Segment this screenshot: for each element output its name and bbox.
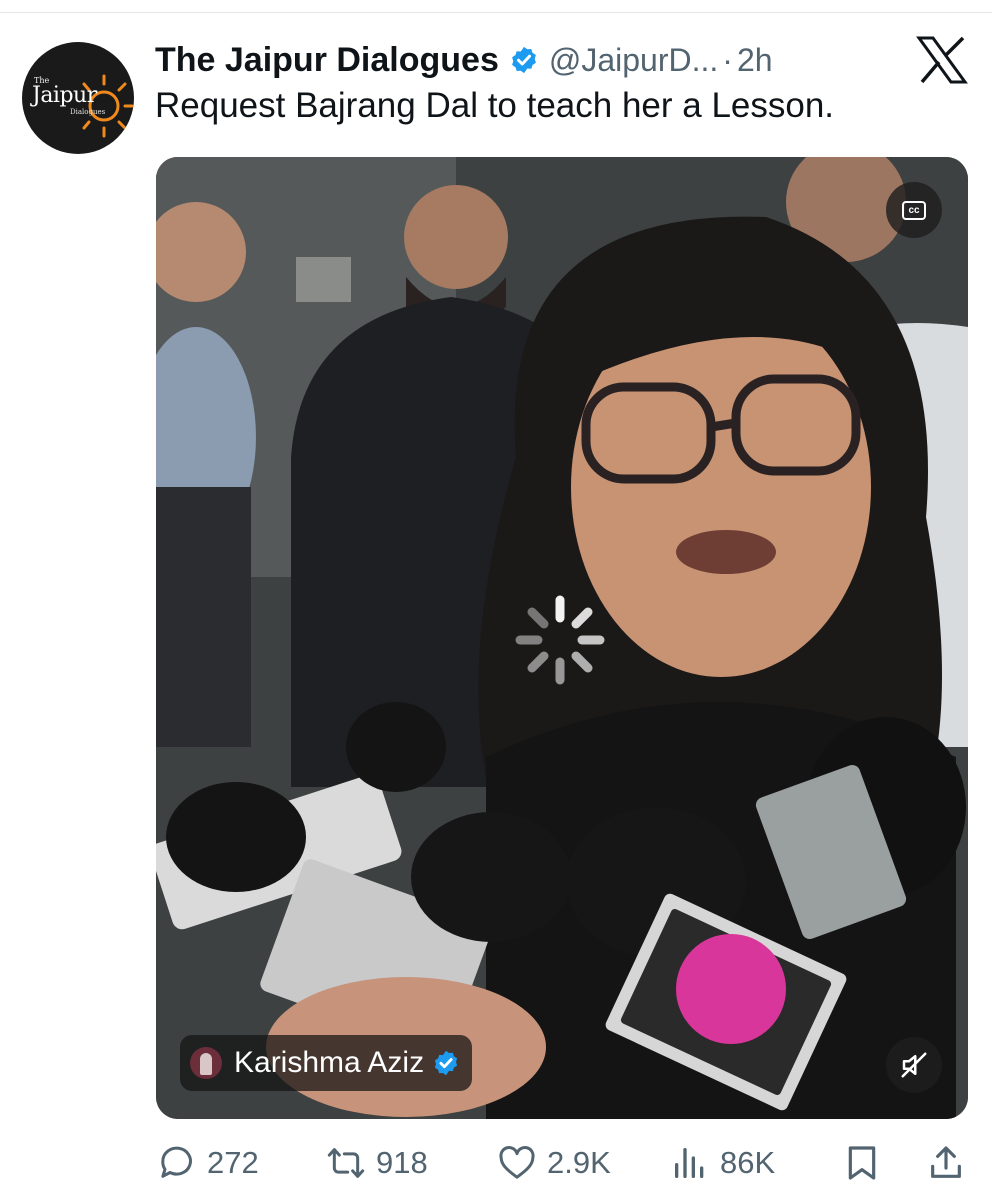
views-bars-icon xyxy=(675,1148,704,1178)
media-attribution[interactable]: Karishma Aziz xyxy=(180,1035,473,1091)
avatar-text-sub: Dialogues xyxy=(70,108,106,116)
repost-button[interactable]: 918 xyxy=(326,1138,428,1188)
header-separator: · xyxy=(722,41,733,78)
attribution-avatar xyxy=(190,1047,222,1079)
heart-icon xyxy=(499,1146,535,1179)
author-avatar[interactable]: The Jaipur Dialogues xyxy=(22,42,134,154)
tweet-actions-bar: 272 918 2.9K 86K xyxy=(0,1138,992,1188)
reply-button[interactable]: 272 xyxy=(157,1138,259,1188)
top-divider xyxy=(0,12,992,13)
repost-icon xyxy=(327,1148,365,1178)
attribution-name: Karishma Aziz xyxy=(234,1046,425,1079)
author-display-name[interactable]: The Jaipur Dialogues xyxy=(155,41,499,80)
repost-count: 918 xyxy=(376,1145,428,1180)
loading-spinner-icon xyxy=(515,595,605,685)
tweet-text: Request Bajrang Dal to teach her a Lesso… xyxy=(155,86,835,125)
verified-badge-icon xyxy=(511,46,536,74)
x-logo-icon xyxy=(916,36,968,84)
captions-label: cc xyxy=(902,200,926,220)
bookmark-icon xyxy=(848,1146,876,1180)
views-button[interactable]: 86K xyxy=(670,1138,775,1188)
bookmark-button[interactable] xyxy=(842,1138,882,1188)
like-button[interactable]: 2.9K xyxy=(497,1138,611,1188)
reply-icon xyxy=(161,1146,192,1178)
tweet-timestamp[interactable]: 2h xyxy=(737,42,773,79)
avatar-text-main: Jaipur xyxy=(32,83,97,108)
mute-toggle-button[interactable] xyxy=(886,1037,942,1093)
like-count: 2.9K xyxy=(547,1145,611,1180)
share-icon xyxy=(931,1146,961,1178)
reply-count: 272 xyxy=(207,1145,259,1180)
tweet-header: The Jaipur Dialogues @JaipurD... · 2h xyxy=(155,38,773,82)
views-count: 86K xyxy=(720,1145,776,1180)
verified-badge-icon xyxy=(434,1050,458,1076)
video-player[interactable]: cc Karishma Aziz xyxy=(156,157,968,1119)
captions-button[interactable]: cc xyxy=(886,182,942,238)
speaker-muted-icon xyxy=(901,1052,927,1078)
share-button[interactable] xyxy=(926,1138,966,1188)
author-handle[interactable]: @JaipurD... xyxy=(549,42,718,79)
